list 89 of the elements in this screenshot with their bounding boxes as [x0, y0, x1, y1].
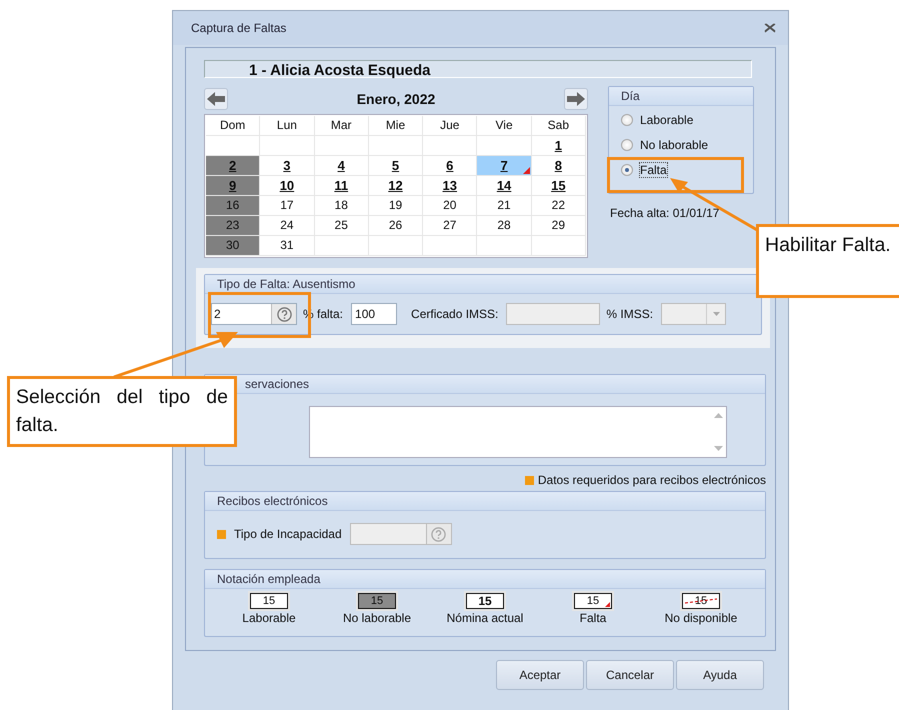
empty-day-cell [423, 136, 478, 156]
field-label: % IMSS: [606, 307, 654, 321]
calendar-day[interactable]: 15 [532, 176, 586, 196]
empty-day-cell [423, 236, 478, 256]
group-title: Recibos electrónicos [205, 492, 765, 511]
weekday-header: Lun [260, 116, 315, 136]
legend-sample: 15 [250, 593, 288, 609]
group-title: Día [609, 87, 753, 106]
calendar-day[interactable]: 22 [532, 196, 586, 216]
calendar-day[interactable]: 12 [368, 176, 424, 196]
percent-field[interactable]: 100 [351, 303, 398, 325]
radio-button[interactable] [621, 139, 633, 151]
dialog-button[interactable]: Aceptar [496, 660, 584, 690]
radio-option[interactable]: Falta [621, 162, 753, 178]
empty-day-cell [368, 236, 424, 256]
required-marker-icon [524, 476, 534, 484]
legend-sample: 15 [574, 593, 612, 609]
help-icon[interactable] [276, 306, 292, 322]
calendar-day[interactable]: 23 [206, 216, 260, 236]
calendar-day[interactable]: 18 [314, 196, 369, 216]
employee-name: 1 - Alicia Acosta Esqueda [204, 60, 752, 78]
window-title: Captura de Faltas [191, 21, 286, 35]
calendar-day[interactable]: 2 [206, 156, 260, 176]
empty-day-cell [532, 236, 586, 256]
notes-field[interactable] [309, 406, 727, 458]
empty-day-cell [314, 136, 369, 156]
weekday-header: Mie [368, 116, 424, 136]
field-label: Cerficado IMSS: [411, 307, 498, 321]
legend-label: Laborable [242, 611, 296, 625]
calendar-day[interactable]: 9 [206, 176, 260, 196]
legend-sample: 15 [466, 593, 504, 609]
calendar-day[interactable]: 4 [314, 156, 369, 176]
calendar-day[interactable]: 8 [532, 156, 586, 176]
start-date-label: Fecha alta: 01/01/17 [610, 206, 720, 220]
required-note: Datos requeridos para recibos electrónicos [538, 473, 766, 487]
empty-day-cell [477, 236, 532, 256]
empty-day-cell [368, 136, 424, 156]
required-marker-icon [217, 530, 226, 538]
radio-button[interactable] [621, 164, 633, 176]
group-title: Notación empleada [205, 570, 765, 589]
help-icon [431, 526, 446, 542]
calendar-day[interactable]: 10 [260, 176, 315, 196]
legend-sample: 15 [358, 593, 396, 609]
calendar-day[interactable]: 30 [206, 236, 260, 256]
weekday-header: Mar [314, 116, 369, 136]
previous-month-button[interactable] [204, 88, 228, 110]
legend-label: No laborable [342, 611, 412, 625]
calendar-day[interactable]: 19 [368, 196, 424, 216]
calendar-day[interactable]: 26 [368, 216, 424, 236]
absence-type-field[interactable]: 2 [211, 303, 297, 325]
calendar-day[interactable]: 7 [477, 156, 532, 176]
calendar-day[interactable]: 29 [532, 216, 586, 236]
calendar-day[interactable]: 24 [260, 216, 315, 236]
dropdown-arrow-icon [712, 312, 720, 316]
next-month-button[interactable] [564, 88, 588, 110]
weekday-header: Jue [423, 116, 478, 136]
calendar-day[interactable]: 5 [368, 156, 424, 176]
scroll-down-icon[interactable] [714, 446, 722, 451]
calendar-day[interactable]: 20 [423, 196, 478, 216]
legend-label: No disponible [664, 611, 738, 625]
calendar-day[interactable]: 16 [206, 196, 260, 216]
weekday-header: Sab [532, 116, 586, 136]
calendar-day[interactable]: 14 [477, 176, 532, 196]
radio-button[interactable] [621, 114, 633, 126]
callout-text: Habilitar Falta. [756, 224, 899, 298]
dialog-button[interactable]: Ayuda [676, 660, 764, 690]
calendar-day[interactable]: 11 [314, 176, 369, 196]
legend-label: Nómina actual [446, 611, 524, 625]
empty-day-cell [260, 136, 315, 156]
calendar-day[interactable]: 21 [477, 196, 532, 216]
radio-option[interactable]: No laborable [621, 137, 753, 153]
month-title: Enero, 2022 [356, 91, 436, 107]
weekday-header: Vie [477, 116, 532, 136]
calendar-day[interactable]: 25 [314, 216, 369, 236]
calendar-day[interactable]: 17 [260, 196, 315, 216]
calendar-day[interactable]: 13 [423, 176, 478, 196]
weekday-header: Dom [206, 116, 260, 136]
empty-day-cell [314, 236, 369, 256]
calendar-day[interactable]: 27 [423, 216, 478, 236]
close-icon[interactable] [764, 23, 776, 33]
calendar-day[interactable]: 1 [532, 136, 586, 156]
radio-option[interactable]: Laborable [621, 112, 753, 128]
calendar-day[interactable]: 28 [477, 216, 532, 236]
scroll-up-icon[interactable] [714, 413, 722, 418]
legend-label: Falta [580, 611, 606, 625]
dialog-button[interactable]: Cancelar [586, 660, 674, 690]
calendar-day[interactable]: 31 [260, 236, 315, 256]
calendar-day[interactable]: 3 [260, 156, 315, 176]
field-label: Tipo de Incapacidad [234, 527, 342, 541]
